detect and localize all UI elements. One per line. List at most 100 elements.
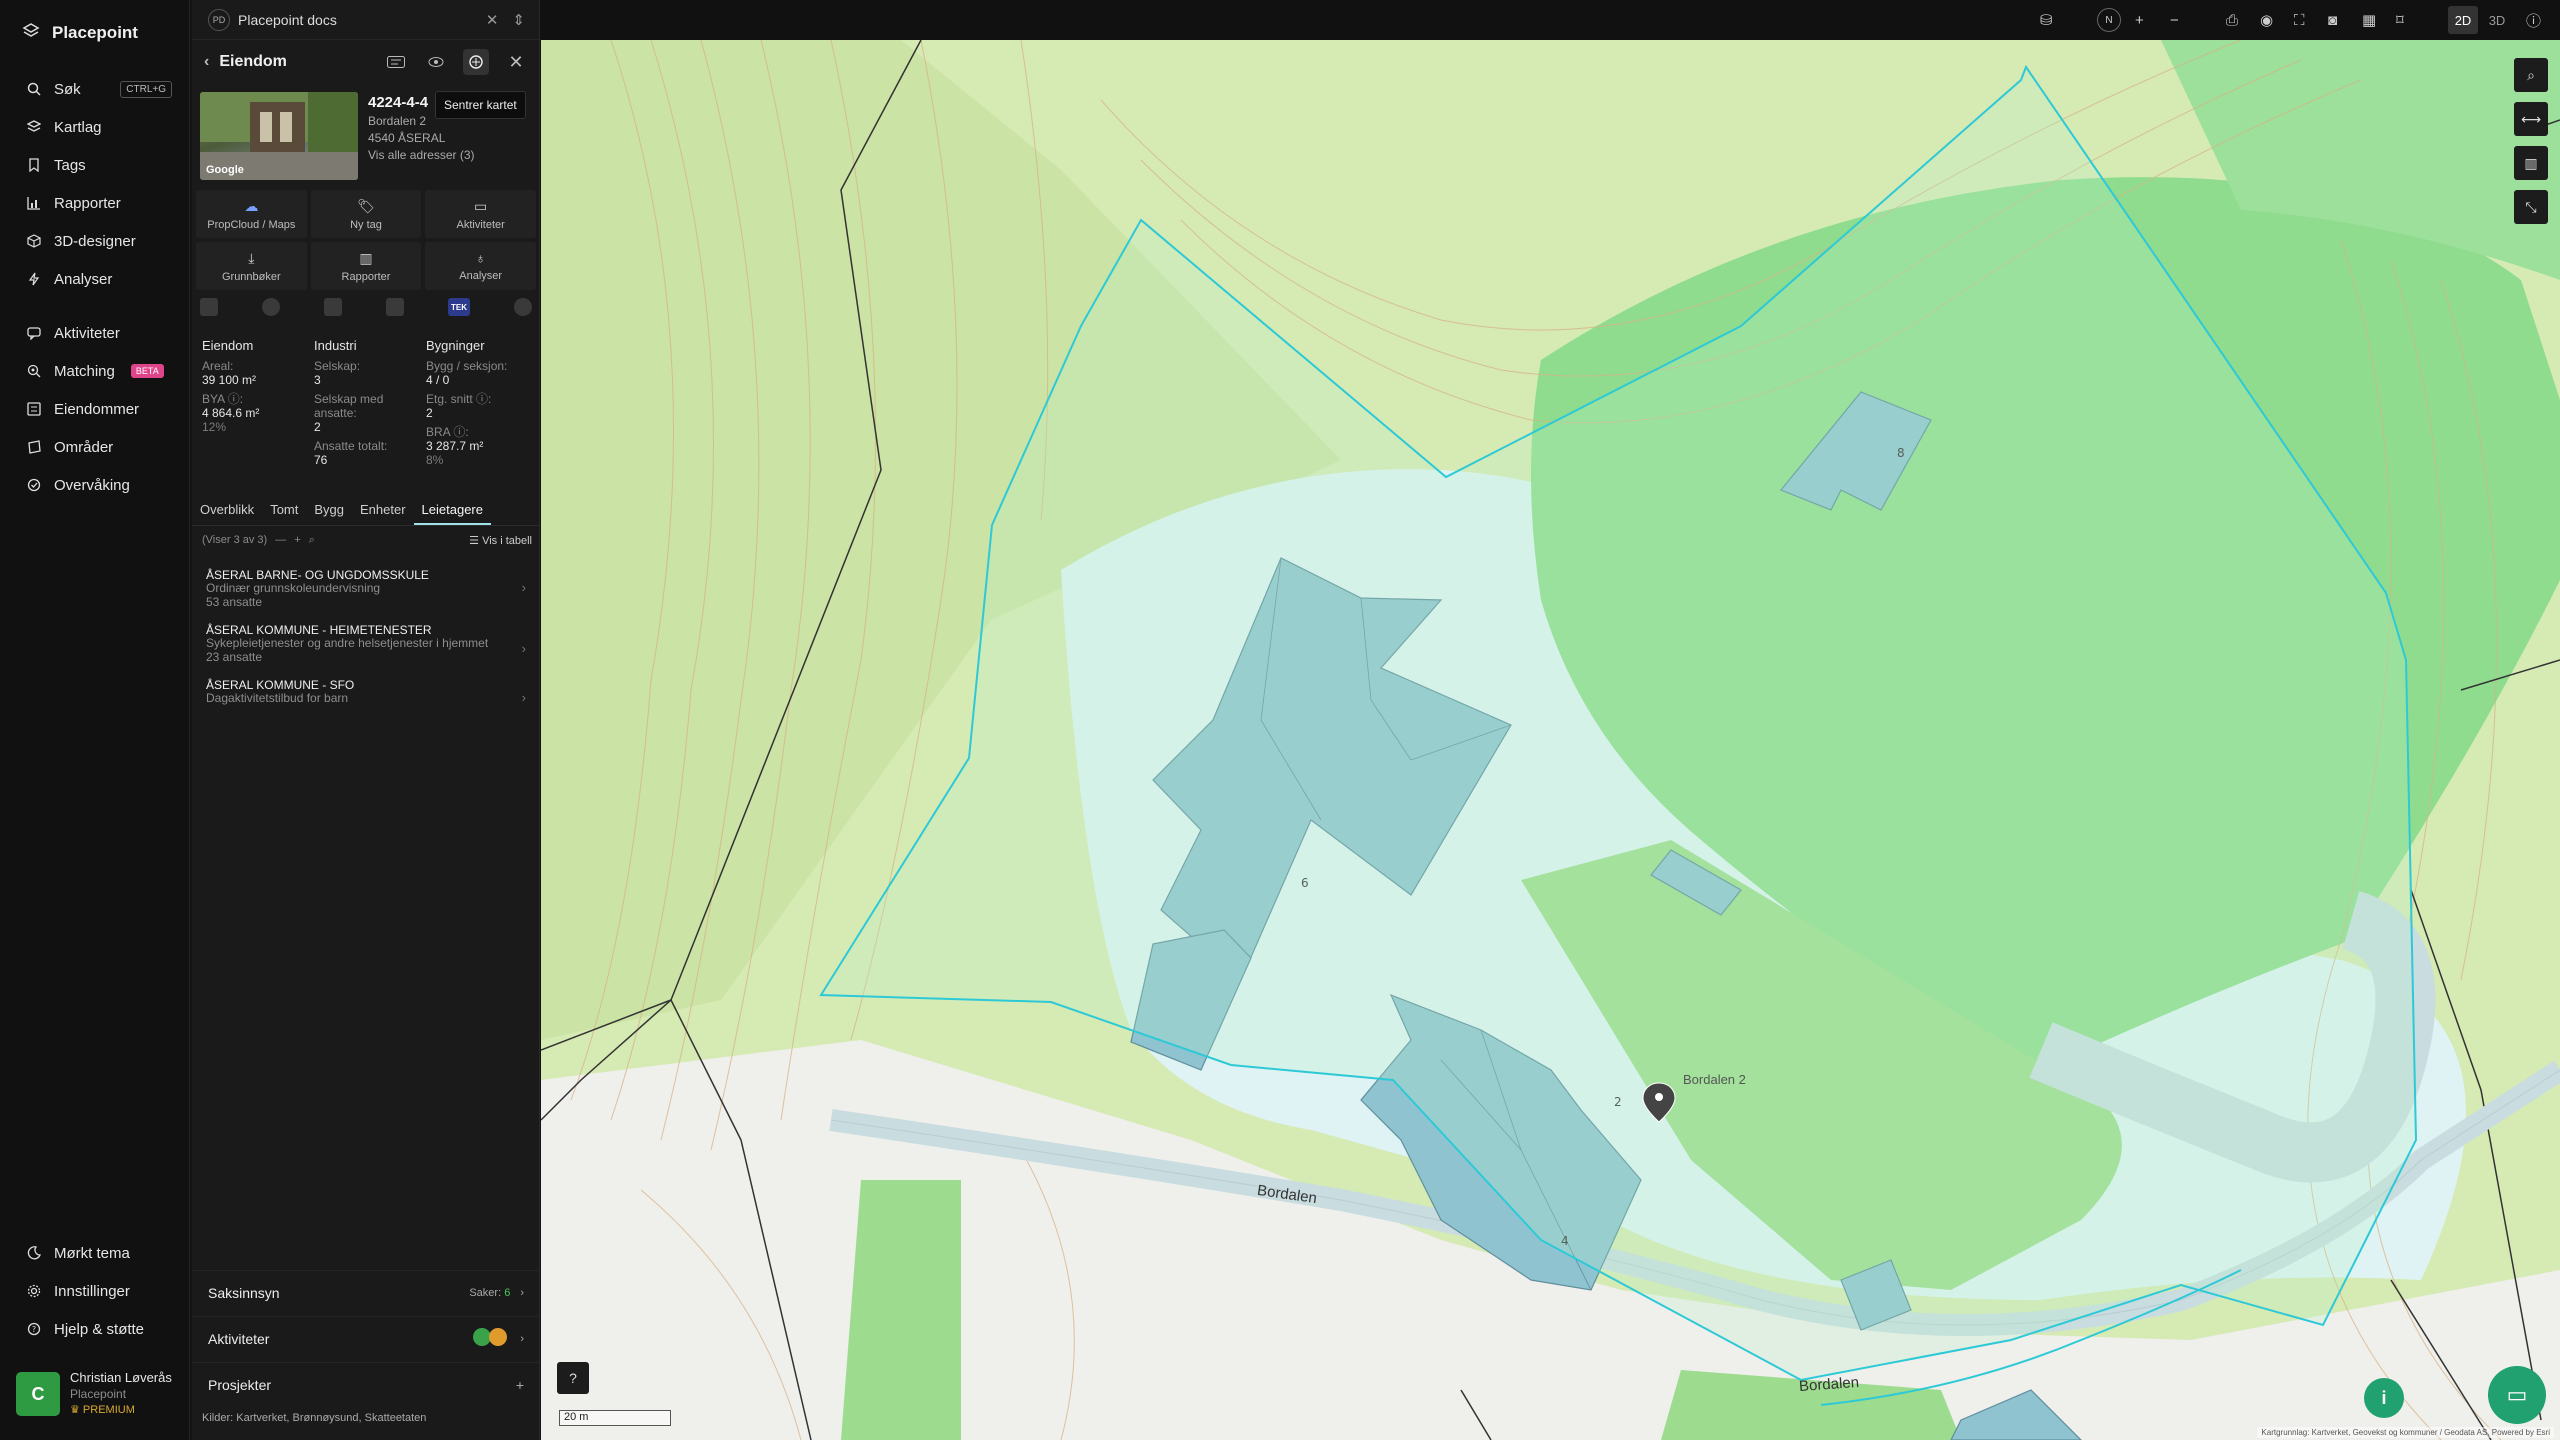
close-icon[interactable]: ✕ bbox=[503, 49, 529, 75]
chat-support-icon[interactable]: ▭ bbox=[2488, 1366, 2546, 1424]
aktiviteter-section[interactable]: Aktiviteter › bbox=[192, 1316, 540, 1360]
eye-icon[interactable]: ◉ bbox=[2260, 8, 2273, 32]
action-label: PropCloud / Maps bbox=[207, 218, 296, 231]
measure-icon[interactable]: ⟷ bbox=[2514, 102, 2548, 136]
search-icon[interactable]: ⌕ bbox=[309, 534, 315, 547]
cube-icon bbox=[26, 233, 42, 249]
eye-icon[interactable] bbox=[423, 49, 449, 75]
plus-icon[interactable]: + bbox=[516, 1377, 524, 1393]
camera-icon[interactable]: ◙ bbox=[2328, 8, 2337, 32]
action-grid: ☁ PropCloud / Maps 🏷︎ Ny tag ▭ Aktiviteter … bbox=[196, 190, 536, 290]
tab-leietagere[interactable]: Leietagere bbox=[413, 496, 491, 525]
list-item[interactable]: ÅSERAL KOMMUNE - HEIMETENESTER Sykepleie… bbox=[192, 619, 540, 674]
reports-button[interactable]: ▥ Rapporter bbox=[310, 242, 422, 290]
photo-credit: Google bbox=[206, 164, 244, 176]
user-profile[interactable]: C Christian Løverås Placepoint ♛ PREMIUM bbox=[16, 1368, 182, 1420]
nav-item-search[interactable]: Søk CTRL+G bbox=[0, 70, 190, 108]
doc-tab-title: Placepoint docs bbox=[238, 11, 337, 28]
panel-title: Eiendom bbox=[219, 53, 287, 70]
nav-item-monitoring[interactable]: Overvåking bbox=[0, 466, 190, 504]
analyses-button[interactable]: ♁ Analyser bbox=[425, 242, 536, 290]
chat-icon bbox=[26, 325, 42, 341]
bookmark-icon[interactable]: ⌑ bbox=[2396, 8, 2404, 32]
tab-enheter[interactable]: Enheter bbox=[352, 496, 414, 525]
map-toolbar: ⛁ N + − ⎙ ◉ ⛶ ◙ ▦ ⌑ 2D 3D ⓘ bbox=[540, 0, 2560, 40]
street-view-photo[interactable]: Google bbox=[200, 92, 358, 180]
placepoint-logo-icon bbox=[22, 22, 40, 45]
print-icon[interactable]: ⎙ bbox=[2226, 8, 2238, 32]
brand[interactable]: Placepoint bbox=[22, 18, 138, 48]
list-icon bbox=[26, 401, 42, 417]
nav-item-layers[interactable]: Kartlag bbox=[0, 108, 190, 146]
tek-badge[interactable]: TEK bbox=[448, 298, 470, 316]
panel-tabs: Overblikk Tomt Bygg Enheter Leietagere bbox=[192, 496, 540, 526]
new-tag-button[interactable]: 🏷︎ Ny tag bbox=[310, 190, 422, 238]
nav-item-properties[interactable]: Eiendommer bbox=[0, 390, 190, 428]
nav-item-tags[interactable]: Tags bbox=[0, 146, 190, 184]
chart-icon[interactable]: ▥ bbox=[2514, 146, 2548, 180]
map-canvas[interactable]: 6 4 2 8 Bordalen Bordalen Bordalen 2 ⌕ ⟷… bbox=[541, 40, 2560, 1440]
layers-stack-icon[interactable]: ⛁ bbox=[2040, 8, 2053, 32]
help-icon[interactable]: ? bbox=[557, 1362, 589, 1394]
center-map-icon[interactable] bbox=[463, 49, 489, 75]
source-icon[interactable] bbox=[324, 298, 342, 316]
nav-item-3d-designer[interactable]: 3D-designer bbox=[0, 222, 190, 260]
list-item[interactable]: ÅSERAL KOMMUNE - SFO Dagaktivitetstilbud… bbox=[192, 674, 540, 715]
chevron-right-icon: › bbox=[521, 690, 526, 705]
expand-icon[interactable]: ⇕ bbox=[512, 11, 525, 29]
doc-tab[interactable]: PD Placepoint docs ✕ ⇕ bbox=[192, 0, 539, 40]
show-in-table-button[interactable]: ☰ Vis i tabell bbox=[469, 534, 532, 547]
saksinnsyn-section[interactable]: Saksinnsyn Saker: 6 › bbox=[192, 1270, 540, 1314]
prosjekter-section[interactable]: Prosjekter + bbox=[192, 1362, 540, 1406]
back-icon[interactable]: ‹ bbox=[204, 53, 209, 71]
brand-name: Placepoint bbox=[52, 23, 138, 42]
chevron-right-icon: › bbox=[520, 1332, 524, 1345]
nav-label: Matching bbox=[54, 362, 115, 380]
stats-label: Areal: bbox=[202, 359, 234, 373]
nav-item-reports[interactable]: Rapporter bbox=[0, 184, 190, 222]
minus-icon[interactable]: — bbox=[275, 534, 286, 546]
nav-item-analyses[interactable]: Analyser bbox=[0, 260, 190, 298]
all-addresses-link[interactable]: Vis alle adresser (3) bbox=[368, 148, 532, 162]
nav-item-help[interactable]: ? Hjelp & støtte bbox=[0, 1310, 190, 1348]
zoom-out-icon[interactable]: − bbox=[2170, 8, 2179, 32]
north-compass-icon[interactable]: N bbox=[2097, 8, 2121, 32]
nav-label: Overvåking bbox=[54, 476, 130, 494]
info-icon[interactable]: i bbox=[2364, 1378, 2404, 1418]
fullscreen-icon[interactable]: ⛶ bbox=[2294, 8, 2305, 32]
tenant-name: ÅSERAL BARNE- OG UNGDOMSSKULE bbox=[206, 568, 429, 582]
stats-value: 76 bbox=[314, 453, 328, 467]
nav-item-activities[interactable]: Aktiviteter bbox=[0, 314, 190, 352]
tenant-list: ÅSERAL BARNE- OG UNGDOMSSKULE Ordinær gr… bbox=[192, 564, 540, 715]
tab-tomt[interactable]: Tomt bbox=[262, 496, 306, 525]
nav-item-matching[interactable]: Matching BETA bbox=[0, 352, 190, 390]
mode-3d-button[interactable]: 3D bbox=[2482, 6, 2512, 34]
tab-overblikk[interactable]: Overblikk bbox=[192, 496, 262, 525]
user-org: Placepoint bbox=[70, 1387, 127, 1401]
propcloud-button[interactable]: ☁ PropCloud / Maps bbox=[196, 190, 307, 238]
plus-icon[interactable]: + bbox=[294, 534, 300, 546]
tab-bygg[interactable]: Bygg bbox=[306, 496, 352, 525]
transform-icon[interactable]: ⤡ bbox=[2514, 190, 2548, 224]
land-registry-button[interactable]: ⤓ Grunnbøker bbox=[196, 242, 307, 290]
nav-label: Mørkt tema bbox=[54, 1244, 130, 1262]
nav-item-dark-theme[interactable]: Mørkt tema bbox=[0, 1234, 190, 1272]
close-icon[interactable]: ✕ bbox=[486, 11, 499, 29]
source-icon[interactable] bbox=[200, 298, 218, 316]
tenant-name: ÅSERAL KOMMUNE - HEIMETENESTER bbox=[206, 623, 432, 637]
stats-value: 39 100 m² bbox=[202, 373, 257, 387]
map-search-icon[interactable]: ⌕ bbox=[2514, 58, 2548, 92]
nav-item-areas[interactable]: Områder bbox=[0, 428, 190, 466]
chevron-up-icon[interactable] bbox=[514, 298, 532, 316]
info-icon[interactable]: ⓘ bbox=[2526, 8, 2541, 32]
zoom-in-icon[interactable]: + bbox=[2135, 8, 2144, 32]
activities-button[interactable]: ▭ Aktiviteter bbox=[425, 190, 536, 238]
bars-icon[interactable] bbox=[386, 298, 404, 316]
stats-heading: Eiendom bbox=[202, 338, 254, 353]
mode-2d-button[interactable]: 2D bbox=[2448, 6, 2478, 34]
id-card-icon[interactable] bbox=[383, 49, 409, 75]
source-icon[interactable] bbox=[262, 298, 280, 316]
list-item[interactable]: ÅSERAL BARNE- OG UNGDOMSSKULE Ordinær gr… bbox=[192, 564, 540, 619]
grid-icon[interactable]: ▦ bbox=[2362, 8, 2376, 32]
nav-item-settings[interactable]: Innstillinger bbox=[0, 1272, 190, 1310]
